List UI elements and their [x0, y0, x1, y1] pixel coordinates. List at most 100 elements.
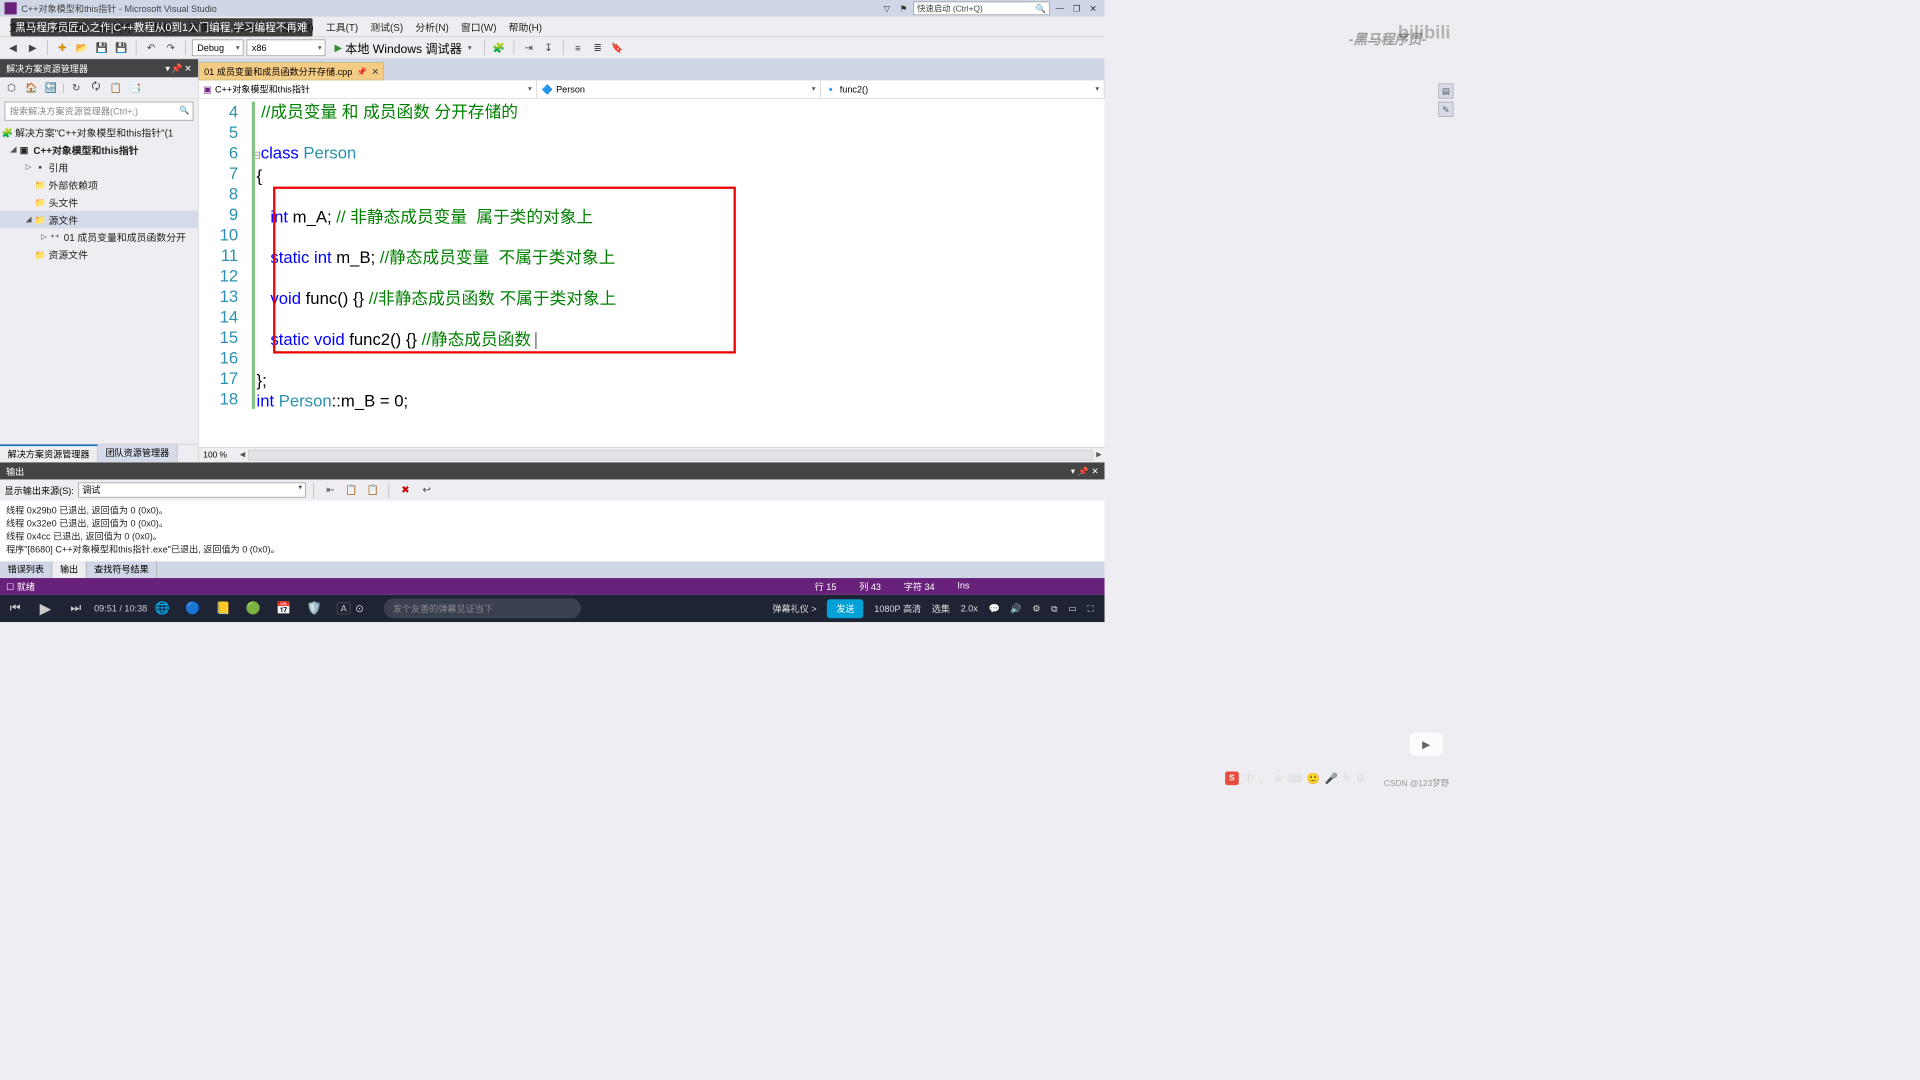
comment-icon[interactable]: ≡: [570, 39, 587, 56]
headers-node[interactable]: 头文件: [49, 195, 79, 209]
refs-node[interactable]: 引用: [49, 160, 69, 174]
wrap-icon[interactable]: ↩: [418, 482, 435, 499]
resources-node[interactable]: 资源文件: [49, 247, 88, 261]
tab-find-symbol[interactable]: 查找符号结果: [87, 561, 158, 578]
scope-icon[interactable]: 🔙: [42, 79, 59, 96]
wide-icon[interactable]: ▭: [1068, 603, 1077, 614]
tab-error-list[interactable]: 错误列表: [0, 561, 52, 578]
code-editor[interactable]: 456789101112131415161718 //成员变量 和 成员函数 分…: [199, 99, 1105, 447]
notify-icon[interactable]: ⚑: [897, 2, 911, 16]
expand-icon[interactable]: ▷: [26, 163, 35, 171]
save-button[interactable]: 💾: [93, 39, 110, 56]
uncomment-icon[interactable]: ≣: [589, 39, 606, 56]
expand-icon[interactable]: ◢: [26, 215, 35, 223]
task-icon[interactable]: 📒: [208, 595, 238, 622]
home-icon[interactable]: 🏠: [23, 79, 40, 96]
output-source-combo[interactable]: 调试: [78, 482, 306, 497]
task-icon[interactable]: 🔵: [178, 595, 208, 622]
fullscreen-icon[interactable]: ⛶: [1088, 603, 1094, 614]
side-tool-icon[interactable]: ▤: [1438, 83, 1453, 98]
ext-deps-node[interactable]: 外部依赖项: [49, 178, 98, 192]
save-all-button[interactable]: 💾: [113, 39, 130, 56]
nav-func-combo[interactable]: 🔹func2(): [821, 80, 1105, 97]
volume-icon[interactable]: 🔊: [1010, 603, 1021, 614]
pin-icon[interactable]: 📌: [1078, 466, 1088, 476]
undo-button[interactable]: ↶: [143, 39, 160, 56]
settings-icon[interactable]: ⚙: [1032, 603, 1040, 614]
expand-icon[interactable]: ◢: [11, 146, 20, 154]
sync-icon[interactable]: 🗘: [88, 79, 105, 96]
open-button[interactable]: 📂: [74, 39, 91, 56]
zoom-combo[interactable]: 100 %: [199, 450, 237, 459]
project-node[interactable]: C++对象模型和this指针: [33, 143, 138, 157]
dropdown-icon[interactable]: ▾: [1071, 466, 1075, 476]
step-icon[interactable]: ↧: [540, 39, 557, 56]
pin-icon[interactable]: 📌: [357, 66, 367, 76]
home-icon[interactable]: ⬡: [3, 79, 20, 96]
pin-icon[interactable]: 📌: [171, 63, 182, 74]
expand-icon[interactable]: ▷: [41, 233, 50, 241]
platform-combo[interactable]: x86: [247, 39, 326, 56]
document-tab[interactable]: 01 成员变量和成员函数分开存储.cpp 📌 ✕: [199, 62, 384, 80]
h-scrollbar[interactable]: [248, 449, 1093, 460]
clear-icon[interactable]: ✖: [397, 482, 414, 499]
tab-output[interactable]: 输出: [52, 561, 86, 578]
quick-launch-input[interactable]: 快速启动 (Ctrl+Q)🔍: [913, 2, 1050, 16]
menu-test[interactable]: 测试(S): [364, 19, 409, 33]
config-combo[interactable]: Debug: [192, 39, 244, 56]
output-icon[interactable]: 📋: [343, 482, 360, 499]
filter-icon[interactable]: ▽: [880, 2, 894, 16]
solution-node[interactable]: 解决方案"C++对象模型和this指针"(1: [15, 125, 173, 139]
pip-icon[interactable]: ⧉: [1051, 603, 1058, 614]
task-icon[interactable]: 🟢: [238, 595, 268, 622]
minimize-button[interactable]: —: [1053, 2, 1067, 16]
danmaku-etiquette[interactable]: 弹幕礼仪 >: [772, 602, 816, 615]
source-file-node[interactable]: 01 成员变量和成员函数分开: [64, 230, 186, 244]
restore-button[interactable]: ❐: [1070, 2, 1084, 16]
show-all-icon[interactable]: 📑: [127, 79, 144, 96]
sources-node[interactable]: 源文件: [49, 212, 79, 226]
start-debug-button[interactable]: ▶本地 Windows 调试器▾: [328, 39, 477, 56]
caption-a-icon[interactable]: A: [337, 602, 351, 614]
task-icon[interactable]: 📅: [269, 595, 299, 622]
toolbar-icon[interactable]: 🧩: [491, 39, 508, 56]
tab-solution-explorer[interactable]: 解决方案资源管理器: [0, 445, 98, 462]
new-button[interactable]: ✚: [54, 39, 71, 56]
output-icon[interactable]: 📋: [364, 482, 381, 499]
properties-icon[interactable]: 📋: [107, 79, 124, 96]
danmaku-toggle-icon[interactable]: ⊙: [355, 602, 364, 615]
refresh-icon[interactable]: ↻: [68, 79, 85, 96]
tab-team-explorer[interactable]: 团队资源管理器: [98, 445, 178, 462]
bookmark-icon[interactable]: 🔖: [609, 39, 626, 56]
menu-window[interactable]: 窗口(W): [455, 19, 503, 33]
solution-search-input[interactable]: 搜索解决方案资源管理器(Ctrl+;) 🔍: [5, 102, 194, 121]
mini-play-icon[interactable]: ▶: [1409, 733, 1442, 756]
task-icon[interactable]: 🛡️: [299, 595, 329, 622]
nav-scope-combo[interactable]: ▣C++对象模型和this指针: [199, 80, 537, 97]
close-panel-icon[interactable]: ✕: [184, 63, 192, 74]
menu-help[interactable]: 帮助(H): [503, 19, 549, 33]
nav-back-button[interactable]: ◀: [5, 39, 22, 56]
danmaku-input[interactable]: 发个友善的弹幕见证当下: [384, 599, 581, 619]
output-icon[interactable]: ⇤: [322, 482, 339, 499]
nav-fwd-button[interactable]: ▶: [24, 39, 41, 56]
redo-button[interactable]: ↷: [162, 39, 179, 56]
subtitle-icon[interactable]: 💬: [988, 603, 999, 614]
ime-indicator[interactable]: S中，⊕⌨🙂🎤✎⚙: [1225, 771, 1365, 786]
send-button[interactable]: 发送: [827, 599, 863, 618]
scroll-right-icon[interactable]: ▶: [1096, 451, 1101, 459]
close-button[interactable]: ✕: [1086, 2, 1100, 16]
menu-tools[interactable]: 工具(T): [320, 19, 364, 33]
menu-analyze[interactable]: 分析(N): [409, 19, 455, 33]
side-tool-icon[interactable]: ✎: [1438, 102, 1453, 117]
output-text[interactable]: 线程 0x29b0 已退出, 返回值为 0 (0x0)。线程 0x32e0 已退…: [0, 501, 1105, 562]
nav-class-combo[interactable]: 🔷Person: [537, 80, 821, 97]
close-tab-icon[interactable]: ✕: [372, 66, 379, 76]
quality-select[interactable]: 1080P 高清: [874, 602, 921, 615]
play-prev-icon[interactable]: ⏮: [0, 595, 30, 622]
scroll-left-icon[interactable]: ◀: [240, 451, 245, 459]
dropdown-icon[interactable]: ▾: [165, 63, 170, 74]
speed-select[interactable]: 2.0x: [961, 603, 978, 614]
episode-select[interactable]: 选集: [932, 602, 950, 615]
close-panel-icon[interactable]: ✕: [1091, 466, 1098, 476]
